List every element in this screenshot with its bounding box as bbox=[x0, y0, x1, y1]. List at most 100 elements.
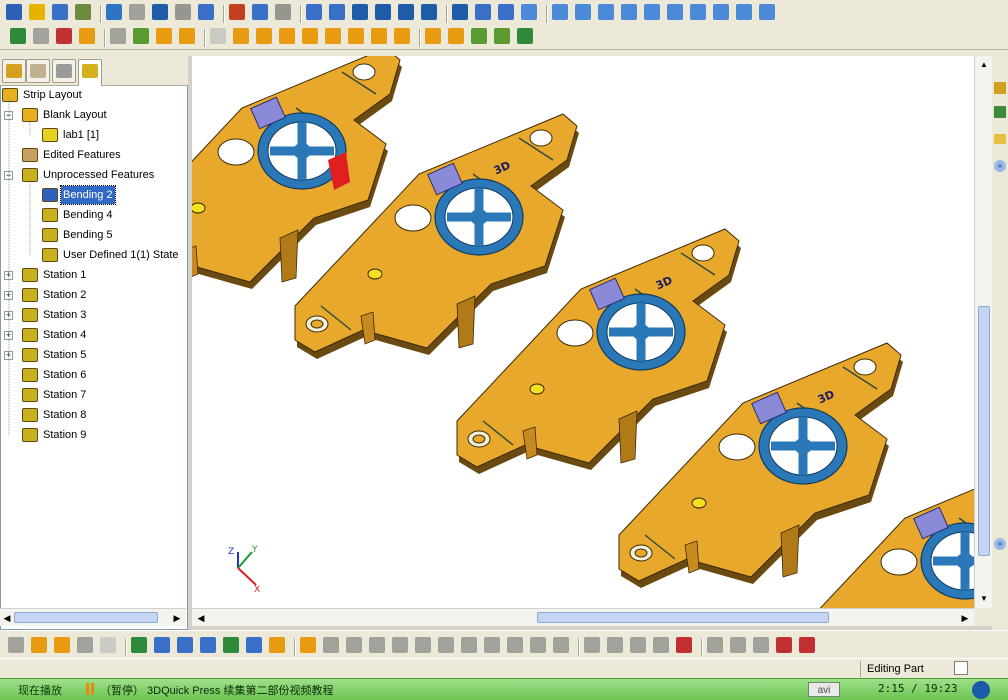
toolbar-button-icon[interactable] bbox=[79, 28, 95, 44]
toolbar-button-icon[interactable] bbox=[521, 4, 537, 20]
toolbar-button-icon[interactable] bbox=[352, 4, 368, 20]
toolbar-button-icon[interactable] bbox=[584, 637, 600, 653]
toolbar-button-icon[interactable] bbox=[398, 4, 414, 20]
tree-hscroll[interactable]: ◀ ▶ bbox=[0, 608, 186, 626]
toolbar-button-icon[interactable] bbox=[475, 4, 491, 20]
toolbar-button-icon[interactable] bbox=[394, 28, 410, 44]
hscroll-thumb[interactable] bbox=[537, 612, 829, 623]
toolbar-button-icon[interactable] bbox=[471, 28, 487, 44]
toolbar-button-icon[interactable] bbox=[269, 637, 285, 653]
tree-scroll-left-button[interactable]: ◀ bbox=[0, 610, 14, 626]
toolbar-button-icon[interactable] bbox=[676, 637, 692, 653]
toolbar-button-icon[interactable] bbox=[484, 637, 500, 653]
toolbar-button-icon[interactable] bbox=[306, 4, 322, 20]
toolbar-button-icon[interactable] bbox=[730, 637, 746, 653]
pause-icon[interactable] bbox=[86, 683, 94, 695]
toolbar-button-icon[interactable] bbox=[552, 4, 568, 20]
toolbar-button-icon[interactable] bbox=[200, 637, 216, 653]
toolbar-button-icon[interactable] bbox=[302, 28, 318, 44]
toolbar-button-icon[interactable] bbox=[275, 4, 291, 20]
toolbar-button-icon[interactable] bbox=[348, 28, 364, 44]
toolbar-button-icon[interactable] bbox=[452, 4, 468, 20]
toolbar-button-icon[interactable] bbox=[653, 637, 669, 653]
toolbar-button-icon[interactable] bbox=[621, 4, 637, 20]
tree-tab-4[interactable] bbox=[78, 59, 102, 86]
toolbar-button-icon[interactable] bbox=[175, 4, 191, 20]
toolbar-button-icon[interactable] bbox=[325, 28, 341, 44]
toolbar-button-icon[interactable] bbox=[507, 637, 523, 653]
toolbar-button-icon[interactable] bbox=[553, 637, 569, 653]
toolbar-button-icon[interactable] bbox=[371, 28, 387, 44]
toolbar-button-icon[interactable] bbox=[198, 4, 214, 20]
tree-scroll-thumb[interactable] bbox=[14, 612, 158, 623]
toolbar-button-icon[interactable] bbox=[52, 4, 68, 20]
toolbar-button-icon[interactable] bbox=[461, 637, 477, 653]
toolbar-button-icon[interactable] bbox=[415, 637, 431, 653]
toolbar-button-icon[interactable] bbox=[33, 28, 49, 44]
toolbar-button-icon[interactable] bbox=[156, 28, 172, 44]
toolbar-button-icon[interactable] bbox=[8, 637, 24, 653]
toolbar-button-icon[interactable] bbox=[100, 637, 116, 653]
toolbar-button-icon[interactable] bbox=[29, 4, 45, 20]
toolbar-button-icon[interactable] bbox=[256, 28, 272, 44]
toolbar-button-icon[interactable] bbox=[369, 637, 385, 653]
toolbar-button-icon[interactable] bbox=[598, 4, 614, 20]
toolbar-button-icon[interactable] bbox=[223, 637, 239, 653]
toolbar-button-icon[interactable] bbox=[54, 637, 70, 653]
vscroll-thumb[interactable] bbox=[978, 306, 990, 556]
folder-icon[interactable] bbox=[994, 134, 1006, 144]
toolbar-button-icon[interactable] bbox=[133, 28, 149, 44]
hscroll-left-button[interactable]: ◀ bbox=[194, 610, 208, 626]
viewport-hscroll[interactable]: ◀ ▶ bbox=[192, 608, 974, 626]
toolbar-button-icon[interactable] bbox=[131, 637, 147, 653]
chart-icon[interactable] bbox=[994, 106, 1006, 118]
viewport-vscroll[interactable]: ▲ ▼ bbox=[974, 56, 992, 608]
toolbar-button-icon[interactable] bbox=[776, 637, 792, 653]
toolbar-button-icon[interactable] bbox=[438, 637, 454, 653]
toolbar-button-icon[interactable] bbox=[494, 28, 510, 44]
toolbar-button-icon[interactable] bbox=[517, 28, 533, 44]
toolbar-button-icon[interactable] bbox=[329, 4, 345, 20]
toolbar-button-icon[interactable] bbox=[229, 4, 245, 20]
toolbar-button-icon[interactable] bbox=[279, 28, 295, 44]
toolbar-button-icon[interactable] bbox=[644, 4, 660, 20]
vscroll-down-button[interactable]: ▼ bbox=[977, 592, 991, 606]
tree-tab-2[interactable] bbox=[26, 59, 50, 83]
collapse-panel-icon-2[interactable]: « bbox=[994, 538, 1006, 550]
toolbar-button-icon[interactable] bbox=[421, 4, 437, 20]
toolbar-button-icon[interactable] bbox=[179, 28, 195, 44]
collapse-panel-icon[interactable]: « bbox=[994, 160, 1006, 172]
vscroll-up-button[interactable]: ▲ bbox=[977, 58, 991, 72]
toolbar-button-icon[interactable] bbox=[375, 4, 391, 20]
toolbar-button-icon[interactable] bbox=[6, 4, 22, 20]
toolbar-button-icon[interactable] bbox=[707, 637, 723, 653]
3d-viewport[interactable]: 3D 3D 3D Z Y X bbox=[192, 56, 974, 608]
toolbar-button-icon[interactable] bbox=[736, 4, 752, 20]
toolbar-button-icon[interactable] bbox=[448, 28, 464, 44]
toolbar-button-icon[interactable] bbox=[667, 4, 683, 20]
toolbar-button-icon[interactable] bbox=[346, 637, 362, 653]
toolbar-button-icon[interactable] bbox=[233, 28, 249, 44]
toolbar-button-icon[interactable] bbox=[129, 4, 145, 20]
toolbar-button-icon[interactable] bbox=[799, 637, 815, 653]
toolbar-button-icon[interactable] bbox=[425, 28, 441, 44]
toolbar-button-icon[interactable] bbox=[10, 28, 26, 44]
toolbar-button-icon[interactable] bbox=[56, 28, 72, 44]
toolbar-button-icon[interactable] bbox=[300, 637, 316, 653]
toolbar-button-icon[interactable] bbox=[690, 4, 706, 20]
toolbar-button-icon[interactable] bbox=[246, 637, 262, 653]
toolbar-button-icon[interactable] bbox=[607, 637, 623, 653]
toolbar-button-icon[interactable] bbox=[575, 4, 591, 20]
toolbar-button-icon[interactable] bbox=[759, 4, 775, 20]
toolbar-button-icon[interactable] bbox=[713, 4, 729, 20]
toolbar-button-icon[interactable] bbox=[392, 637, 408, 653]
toolbar-button-icon[interactable] bbox=[630, 637, 646, 653]
toolbar-button-icon[interactable] bbox=[31, 637, 47, 653]
toolbar-button-icon[interactable] bbox=[323, 637, 339, 653]
toolbar-button-icon[interactable] bbox=[210, 28, 226, 44]
tree-tab-3[interactable] bbox=[52, 59, 76, 83]
toolbar-button-icon[interactable] bbox=[154, 637, 170, 653]
toolbar-button-icon[interactable] bbox=[110, 28, 126, 44]
tree-tab-1[interactable] bbox=[2, 59, 26, 83]
toolbar-button-icon[interactable] bbox=[77, 637, 93, 653]
